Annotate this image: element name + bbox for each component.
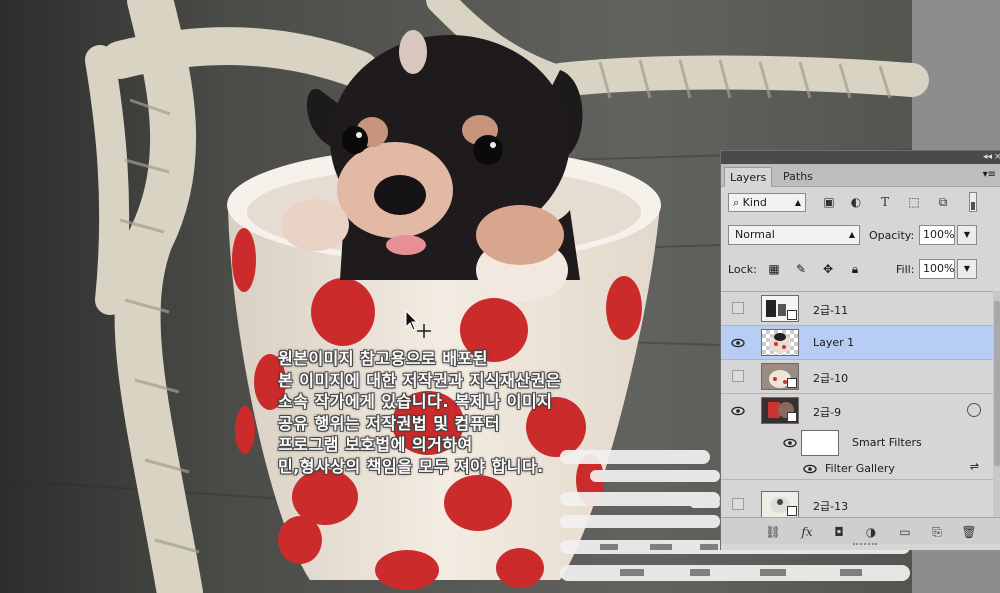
- scrollbar-thumb[interactable]: [994, 301, 1000, 466]
- add-mask-icon[interactable]: ◘: [831, 524, 847, 540]
- watermark-line: 프로그램 보호법에 의거하여: [278, 435, 473, 454]
- eye-icon[interactable]: [731, 336, 745, 350]
- new-layer-icon[interactable]: ⎘: [929, 524, 945, 540]
- smart-object-filter-icon[interactable]: ⧉: [935, 194, 951, 210]
- fill-input[interactable]: 100%: [919, 259, 955, 279]
- layer-row[interactable]: 2급-9: [721, 394, 993, 428]
- search-icon: ⌕: [733, 196, 740, 209]
- watermark-line: 민,형사상의 책임을 모두 져야 합니다.: [278, 456, 544, 476]
- visibility-toggle-off[interactable]: [732, 370, 744, 382]
- layer-row[interactable]: 2급-13: [721, 488, 993, 518]
- copyright-watermark-text: 원본이미지 참고용으로 배포된 본 이미지에 대한 저작권과 지식재산권은 소속…: [278, 348, 698, 477]
- blending-options-icon[interactable]: ⇌: [970, 460, 979, 473]
- move-cursor-icon: [405, 310, 431, 338]
- close-panel-icon[interactable]: ×: [994, 151, 1000, 164]
- watermark-line: 소속 작가에게 있습니다. 복제나 이미지: [278, 392, 553, 411]
- filter-toggle-switch[interactable]: [969, 192, 977, 212]
- type-filter-icon[interactable]: T: [877, 194, 893, 210]
- chevron-updown-icon: ▲: [794, 198, 801, 207]
- fill-dropdown-button[interactable]: ▼: [957, 259, 977, 279]
- layer-thumbnail: [761, 491, 799, 518]
- layer-row[interactable]: 2급-11: [721, 292, 993, 326]
- smart-object-badge-icon: [787, 412, 797, 422]
- smart-filters-row[interactable]: Smart Filters: [721, 428, 993, 458]
- tab-paths[interactable]: Paths: [778, 167, 818, 186]
- layers-list: 2급-11 Layer 1 2급-10 2급-9 Smart Filters F…: [721, 291, 993, 518]
- lock-transparent-pixels-icon[interactable]: ▦: [766, 261, 782, 277]
- filter-gallery-label: Filter Gallery: [825, 462, 895, 475]
- eye-icon[interactable]: [731, 404, 745, 418]
- layer-name[interactable]: 2급-13: [813, 498, 848, 514]
- trash-icon[interactable]: 🗑︎: [961, 524, 977, 540]
- panel-header-bar: ◂◂ ×: [721, 151, 1000, 164]
- visibility-toggle-off[interactable]: [732, 302, 744, 314]
- layers-scrollbar[interactable]: [993, 291, 1000, 517]
- lock-position-icon[interactable]: ✥: [820, 261, 836, 277]
- lock-image-pixels-icon[interactable]: ✎: [793, 261, 809, 277]
- panel-tabs: Layers Paths ▾≡: [721, 164, 1000, 187]
- smart-filter-indicator-icon: [967, 403, 981, 417]
- panel-resize-grip[interactable]: [853, 543, 877, 551]
- opacity-input[interactable]: 100%: [919, 225, 955, 245]
- lock-all-icon[interactable]: 🔒︎: [847, 261, 863, 277]
- opacity-label: Opacity:: [869, 229, 915, 242]
- watermark-line: 원본이미지 참고용으로 배포된: [278, 349, 489, 368]
- layers-panel: ◂◂ × Layers Paths ▾≡ ⌕ Kind ▲ ▣ ◐ T ⬚ ⧉ …: [720, 150, 1000, 550]
- blend-row: Normal ▲ Opacity: 100% ▼: [721, 223, 1000, 247]
- watermark-line: 본 이미지에 대한 저작권과 지식재산권은: [278, 370, 562, 390]
- image-filter-icon[interactable]: ▣: [821, 194, 837, 210]
- adjustment-layer-icon[interactable]: ◑: [863, 524, 879, 540]
- lock-label: Lock:: [728, 263, 757, 276]
- filter-gallery-row[interactable]: Filter Gallery ⇌: [721, 458, 993, 480]
- chevron-updown-icon: ▲: [848, 230, 855, 239]
- filter-kind-label: Kind: [742, 196, 767, 209]
- layer-thumb-image: [769, 333, 791, 353]
- layer-thumbnail: [761, 329, 799, 356]
- new-group-folder-icon[interactable]: ▭: [897, 524, 913, 540]
- opacity-dropdown-button[interactable]: ▼: [957, 225, 977, 245]
- visibility-toggle-off[interactable]: [732, 498, 744, 510]
- blend-mode-select[interactable]: Normal ▲: [728, 225, 860, 245]
- layer-row-selected[interactable]: Layer 1: [721, 326, 993, 360]
- layer-name[interactable]: Layer 1: [813, 336, 854, 349]
- tab-layers[interactable]: Layers: [724, 167, 773, 187]
- smart-filters-label: Smart Filters: [852, 436, 922, 449]
- adjustment-filter-icon[interactable]: ◐: [848, 194, 864, 210]
- smart-object-badge-icon: [787, 310, 797, 320]
- smart-filter-mask-thumbnail[interactable]: [801, 430, 839, 456]
- collapse-panel-icon[interactable]: ◂◂: [983, 151, 992, 164]
- layers-bottom-toolbar: ⛓ fx ◘ ◑ ▭ ⎘ 🗑︎: [721, 517, 1000, 544]
- shape-filter-icon[interactable]: ⬚: [906, 194, 922, 210]
- smart-object-badge-icon: [787, 378, 797, 388]
- layer-style-fx-icon[interactable]: fx: [799, 524, 815, 540]
- layer-name[interactable]: 2급-9: [813, 404, 841, 420]
- layer-row[interactable]: 2급-10: [721, 360, 993, 394]
- eye-icon[interactable]: [803, 462, 817, 476]
- panel-menu-icon[interactable]: ▾≡: [983, 169, 996, 180]
- blend-mode-value: Normal: [735, 228, 775, 241]
- layer-thumbnail: [761, 363, 799, 390]
- layer-thumbnail: [761, 397, 799, 424]
- filter-kind-select[interactable]: ⌕ Kind ▲: [728, 193, 806, 212]
- eye-icon[interactable]: [783, 436, 797, 450]
- smart-object-badge-icon: [787, 506, 797, 516]
- lock-row: Lock: ▦ ✎ ✥ 🔒︎ Fill: 100% ▼: [721, 258, 1000, 282]
- watermark-line: 공유 행위는 저작권법 및 컴퓨터: [278, 413, 501, 433]
- layer-thumbnail: [761, 295, 799, 322]
- fill-label: Fill:: [896, 263, 915, 276]
- link-layers-icon[interactable]: ⛓: [765, 524, 781, 540]
- layer-name[interactable]: 2급-11: [813, 302, 848, 318]
- layer-name[interactable]: 2급-10: [813, 370, 848, 386]
- layer-filter-row: ⌕ Kind ▲ ▣ ◐ T ⬚ ⧉: [721, 189, 1000, 219]
